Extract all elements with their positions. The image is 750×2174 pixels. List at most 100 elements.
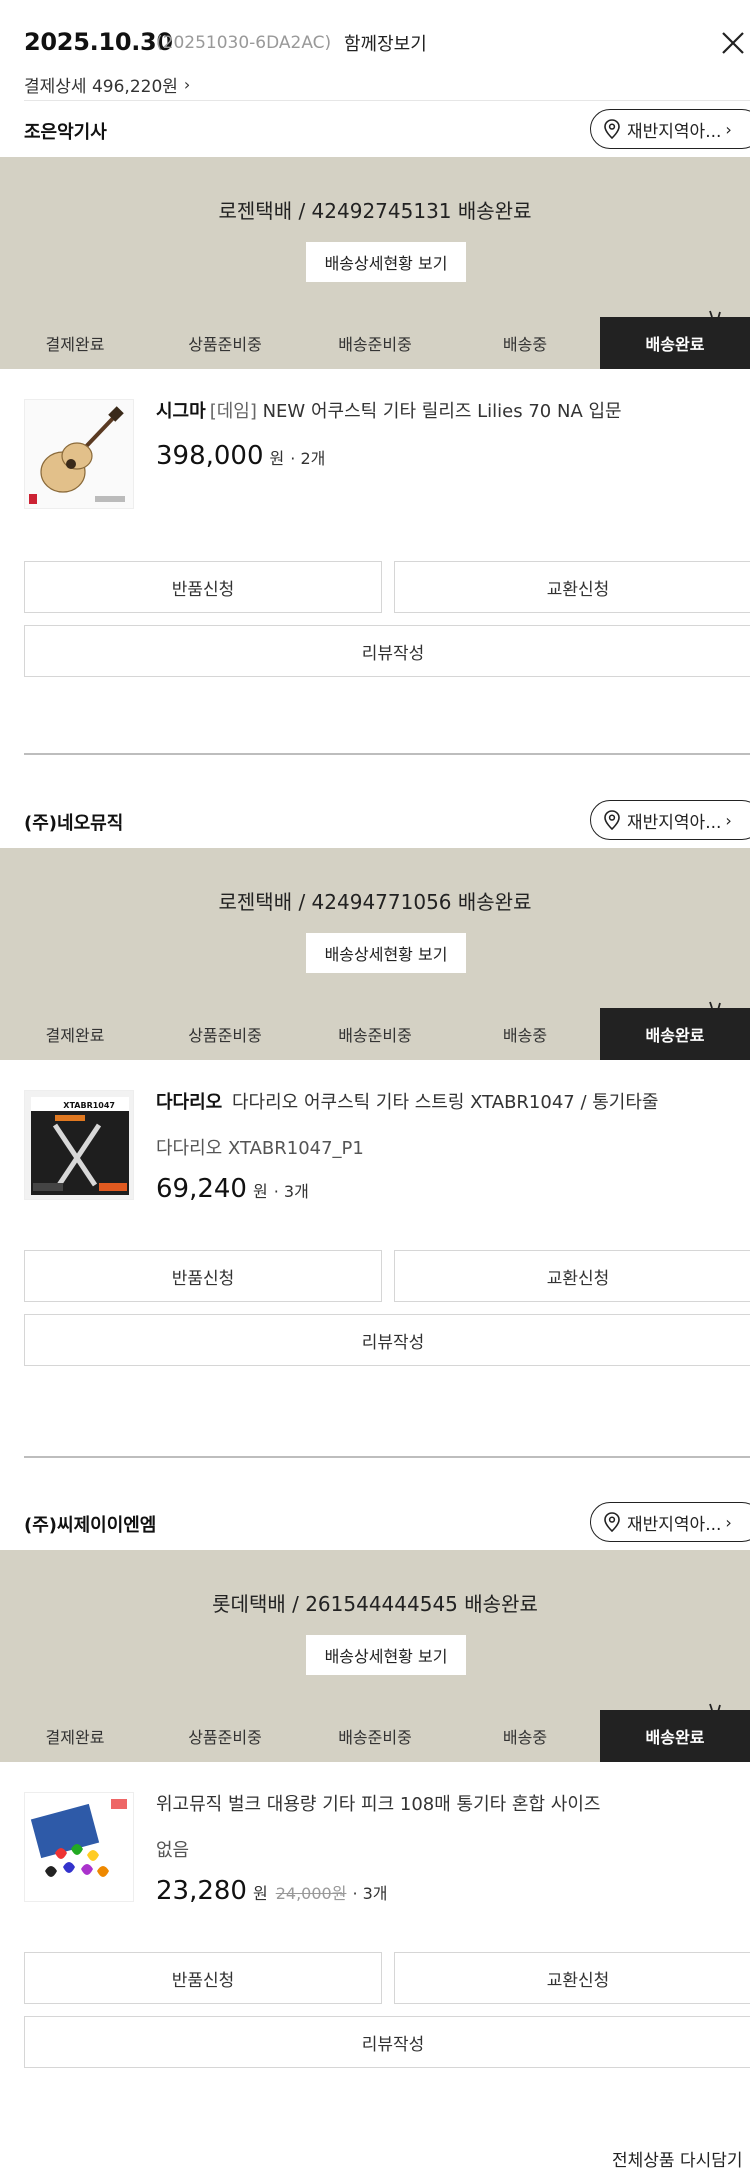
product-image-guitar-picks-bulk[interactable] — [24, 1792, 134, 1902]
product-actions: 반품신청 교환신청 리뷰작성 — [0, 539, 750, 709]
product-image-guitar-strings-pack[interactable]: XTABR1047 — [24, 1090, 134, 1200]
step-preparing-shipment: 배송준비중 — [338, 1728, 412, 1747]
order-date: 2025.10.30 — [24, 28, 173, 56]
section-divider — [24, 1456, 750, 1458]
currency-unit: 원 — [252, 1884, 268, 1903]
product-actions: 반품신청 교환신청 리뷰작성 — [0, 1240, 750, 1410]
product-option: 다다리오 XTABR1047_P1 — [156, 1138, 364, 1159]
seller-name: 조은악기사 — [24, 122, 107, 143]
seller-section: (주)씨제이이엔엠 재반지역아... › 롯데택배 / 261544444545… — [0, 1494, 750, 2112]
step-payment-complete: 결제완료 — [45, 1728, 105, 1747]
product-item[interactable]: 위고뮤직 벌크 대용량 기타 피크 108매 통기타 혼합 사이즈 없음 23,… — [0, 1762, 750, 1942]
product-tag: [데임] — [209, 401, 257, 422]
seller-header: (주)네오뮤직 재반지역아... › — [0, 792, 750, 848]
chevron-right-icon: › — [725, 810, 732, 830]
product-title[interactable]: 시그마 [데임] NEW 어쿠스틱 기타 릴리즈 Lilies 70 NA 입문 — [156, 399, 736, 425]
shipping-status-box: 롯데택배 / 261544444545 배송완료 배송상세현황 보기 결제완료 … — [0, 1550, 750, 1762]
original-price: 24,000원 — [275, 1884, 347, 1903]
return-request-button[interactable]: 반품신청 — [24, 561, 382, 613]
product-price-row: 398,000 원 · 2개 — [156, 441, 325, 471]
currency-unit: 원 — [252, 1182, 268, 1201]
currency-unit: 원 — [269, 449, 285, 468]
section-divider — [24, 753, 750, 755]
seller-header: 조은악기사 재반지역아... › — [0, 101, 750, 157]
package-model-text: XTABR1047 — [63, 1101, 115, 1110]
order-id: (20251030-6DA2AC) — [156, 33, 332, 53]
return-request-button[interactable]: 반품신청 — [24, 1952, 382, 2004]
seller-name: (주)씨제이이엔엠 — [24, 1515, 157, 1536]
write-review-button[interactable]: 리뷰작성 — [24, 2016, 750, 2068]
shipping-detail-button[interactable]: 배송상세현황 보기 — [306, 242, 466, 282]
group-shopping-label: 함께장보기 — [344, 34, 427, 55]
chevron-right-icon: › — [725, 1512, 732, 1532]
delivery-progress-steps: 결제완료 상품준비중 배송준비중 배송중 배송완료 — [0, 1008, 750, 1060]
seller-section: 조은악기사 재반지역아... › 로젠택배 / 42492745131 배송완료… — [0, 101, 750, 755]
region-label: 재반지역아... — [627, 812, 722, 833]
product-price: 69,240 — [156, 1174, 247, 1204]
product-price: 23,280 — [156, 1876, 247, 1906]
close-icon[interactable] — [720, 30, 746, 56]
product-option: 없음 — [156, 1840, 190, 1861]
product-name: 위고뮤직 벌크 대용량 기타 피크 108매 통기타 혼합 사이즈 — [156, 1794, 601, 1815]
step-delivered: 배송완료 — [600, 1008, 750, 1060]
step-preparing-product: 상품준비중 — [188, 335, 262, 354]
product-actions: 반품신청 교환신청 리뷰작성 — [0, 1942, 750, 2112]
step-preparing-product: 상품준비중 — [188, 1728, 262, 1747]
shipping-detail-button[interactable]: 배송상세현황 보기 — [306, 933, 466, 973]
order-header: 2025.10.30 (20251030-6DA2AC) 함께장보기 결제상세 … — [0, 0, 750, 101]
region-label: 재반지역아... — [627, 121, 722, 142]
step-payment-complete: 결제완료 — [45, 335, 105, 354]
step-delivered: 배송완료 — [600, 317, 750, 369]
product-quantity: · 3개 — [352, 1884, 388, 1903]
shipping-detail-button[interactable]: 배송상세현황 보기 — [306, 1635, 466, 1675]
delivery-progress-steps: 결제완료 상품준비중 배송준비중 배송중 배송완료 — [0, 1710, 750, 1762]
region-button[interactable]: 재반지역아... › — [590, 800, 750, 840]
product-item[interactable]: 시그마 [데임] NEW 어쿠스틱 기타 릴리즈 Lilies 70 NA 입문 … — [0, 369, 750, 539]
shipping-info: 로젠택배 / 42494771056 배송완료 — [218, 890, 532, 914]
product-brand: 다다리오 — [156, 1092, 223, 1113]
product-image-acoustic-guitar[interactable] — [24, 399, 134, 509]
exchange-request-button[interactable]: 교환신청 — [394, 561, 750, 613]
step-preparing-shipment: 배송준비중 — [338, 1026, 412, 1045]
return-request-button[interactable]: 반품신청 — [24, 1250, 382, 1302]
delivery-progress-steps: 결제완료 상품준비중 배송준비중 배송중 배송완료 — [0, 317, 750, 369]
reorder-all-link[interactable]: 전체상품 다시담기 › — [612, 2146, 750, 2174]
step-payment-complete: 결제완료 — [45, 1026, 105, 1045]
chevron-right-icon: › — [725, 119, 732, 139]
region-button[interactable]: 재반지역아... › — [590, 109, 750, 149]
product-quantity: · 2개 — [290, 449, 326, 468]
shipping-info: 로젠택배 / 42492745131 배송완료 — [218, 199, 532, 223]
location-pin-icon — [604, 1512, 620, 1532]
chevron-right-icon: › — [183, 75, 191, 94]
product-name: 다다리오 어쿠스틱 기타 스트링 XTABR1047 / 통기타줄 — [231, 1092, 659, 1113]
seller-header: (주)씨제이이엔엠 재반지역아... › — [0, 1494, 750, 1550]
step-in-transit: 배송중 — [502, 335, 548, 354]
shipping-info: 롯데택배 / 261544444545 배송완료 — [212, 1592, 538, 1616]
step-delivered: 배송완료 — [600, 1710, 750, 1762]
step-preparing-product: 상품준비중 — [188, 1026, 262, 1045]
seller-section: (주)네오뮤직 재반지역아... › 로젠택배 / 42494771056 배송… — [0, 792, 750, 1458]
step-preparing-shipment: 배송준비중 — [338, 335, 412, 354]
write-review-button[interactable]: 리뷰작성 — [24, 1314, 750, 1366]
product-name: NEW 어쿠스틱 기타 릴리즈 Lilies 70 NA 입문 — [262, 401, 622, 422]
exchange-request-button[interactable]: 교환신청 — [394, 1952, 750, 2004]
exchange-request-button[interactable]: 교환신청 — [394, 1250, 750, 1302]
product-quantity: · 3개 — [273, 1182, 309, 1201]
product-price: 398,000 — [156, 441, 264, 471]
product-price-row: 69,240 원 · 3개 — [156, 1174, 309, 1204]
product-title[interactable]: 다다리오 다다리오 어쿠스틱 기타 스트링 XTABR1047 / 통기타줄 — [156, 1090, 736, 1116]
product-brand: 시그마 — [156, 401, 206, 422]
payment-detail-label: 결제상세 — [24, 77, 87, 97]
payment-detail-link[interactable]: 결제상세 496,220원 › — [24, 72, 190, 97]
location-pin-icon — [604, 810, 620, 830]
shipping-status-box: 로젠택배 / 42492745131 배송완료 배송상세현황 보기 결제완료 상… — [0, 157, 750, 369]
product-title[interactable]: 위고뮤직 벌크 대용량 기타 피크 108매 통기타 혼합 사이즈 — [156, 1792, 736, 1818]
product-item[interactable]: XTABR1047 다다리오 다다리오 어쿠스틱 기타 스트링 XTABR104… — [0, 1060, 750, 1240]
step-in-transit: 배송중 — [502, 1728, 548, 1747]
step-in-transit: 배송중 — [502, 1026, 548, 1045]
seller-name: (주)네오뮤직 — [24, 813, 124, 834]
write-review-button[interactable]: 리뷰작성 — [24, 625, 750, 677]
region-button[interactable]: 재반지역아... › — [590, 1502, 750, 1542]
product-price-row: 23,280 원 24,000원 · 3개 — [156, 1876, 388, 1906]
shipping-status-box: 로젠택배 / 42494771056 배송완료 배송상세현황 보기 결제완료 상… — [0, 848, 750, 1060]
